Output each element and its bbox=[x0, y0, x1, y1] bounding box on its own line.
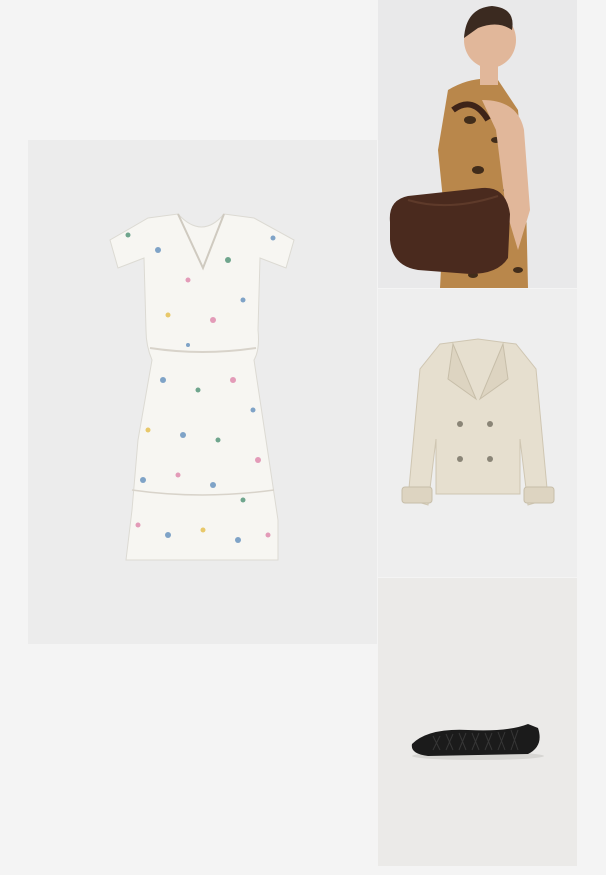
outfit-collage bbox=[0, 0, 606, 875]
product-card-woven-flat[interactable] bbox=[378, 578, 577, 866]
leather-bag-image bbox=[378, 0, 577, 288]
floral-dress-image bbox=[28, 140, 377, 644]
product-card-floral-dress[interactable] bbox=[28, 140, 377, 644]
woven-flat-shoe-image bbox=[378, 578, 577, 866]
product-card-leather-bag[interactable] bbox=[378, 0, 577, 288]
product-card-trench-jacket[interactable] bbox=[378, 289, 577, 577]
trench-jacket-image bbox=[378, 289, 577, 577]
